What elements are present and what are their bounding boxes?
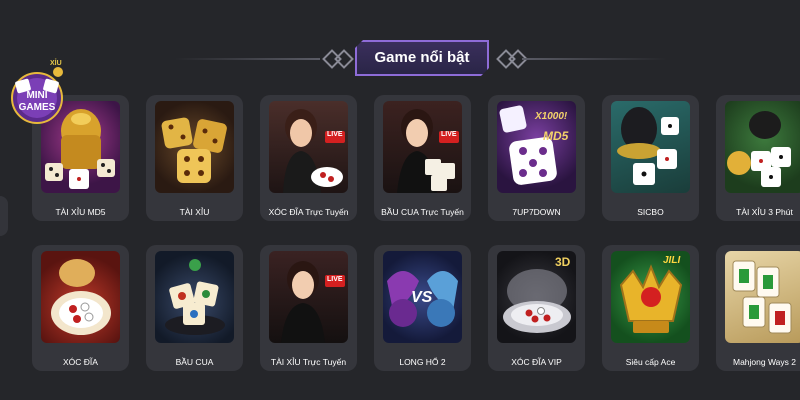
game-label: Mahjong Ways 2 [733,357,796,367]
live-tag: LIVE [327,276,343,283]
game-label: SICBO [637,207,664,217]
game-thumbnail: LIVE [269,251,348,343]
x1000-text: X1000! [535,111,568,122]
game-label: BẦU CUA Trực Tuyến [381,207,464,217]
game-card-tai-xiu[interactable]: TÀI XỈU [146,95,243,221]
badge-tag: XỈU [50,60,62,67]
game-thumbnail [155,101,234,193]
game-thumbnail [725,251,800,343]
badge-mini-text: MINI [26,90,47,101]
3d-text: 3D [555,255,571,269]
game-label: XÓC ĐĨA [63,357,98,367]
game-thumbnail [611,101,690,193]
live-tag: LIVE [441,131,457,138]
game-thumbnail: VS [383,251,462,343]
game-card-tai-xiu-truc-tuyen[interactable]: LIVE TÀI XỈU Trực Tuyến [260,245,357,371]
section-title: Game nổi bật [355,40,489,76]
game-card-7up7down[interactable]: X1000! MD5 7UP7DOWN [488,95,585,221]
game-thumbnail: 3D [497,251,576,343]
header-divider-left [175,58,320,60]
diamond-ornament [334,49,354,69]
side-scroll-tab[interactable] [0,196,8,236]
game-thumbnail: LIVE [383,101,462,193]
game-thumbnail [725,101,800,193]
game-card-sicbo[interactable]: SICBO [602,95,699,221]
game-thumbnail: X1000! MD5 [497,101,576,193]
game-label: Siêu cấp Ace [625,357,676,367]
game-card-bau-cua-truc-tuyen[interactable]: LIVE BẦU CUA Trực Tuyến [374,95,471,221]
game-thumbnail: LIVE [269,101,348,193]
game-label: TÀI XỈU MD5 [55,207,106,217]
game-card-mahjong-ways-2[interactable]: Mahjong Ways 2 [716,245,800,371]
game-card-xoc-dia-vip[interactable]: 3D XÓC ĐĨA VIP [488,245,585,371]
vs-text: VS [411,289,433,306]
header-divider-right [522,58,667,60]
game-label: TÀI XỈU Trực Tuyến [270,357,347,367]
game-label: XÓC ĐĨA Trực Tuyến [268,207,349,217]
game-card-xoc-dia[interactable]: XÓC ĐĨA [32,245,129,371]
game-card-bau-cua[interactable]: BẦU CUA [146,245,243,371]
game-label: BẦU CUA [175,357,214,367]
game-label: XÓC ĐĨA VIP [511,357,562,367]
game-label: LONG HỔ 2 [399,357,446,367]
game-label: TÀI XỈU [179,207,210,217]
game-thumbnail: JILI [611,251,690,343]
game-label: 7UP7DOWN [512,207,561,217]
mini-games-badge[interactable]: MINI GAMES [10,66,64,126]
game-thumbnail [41,251,120,343]
badge-games-text: GAMES [19,102,56,113]
game-label: TÀI XỈU 3 Phút [736,207,793,217]
game-card-long-ho-2[interactable]: VS LONG HỔ 2 [374,245,471,371]
live-tag: LIVE [327,131,343,138]
game-card-sieu-cap-ace[interactable]: JILI Siêu cấp Ace [602,245,699,371]
game-card-tai-xiu-3-phut[interactable]: TÀI XỈU 3 Phút [716,95,800,221]
jili-text: JILI [663,255,681,266]
md5-text: MD5 [543,129,569,143]
game-card-xoc-dia-truc-tuyen[interactable]: LIVE XÓC ĐĨA Trực Tuyến [260,95,357,221]
game-thumbnail [155,251,234,343]
